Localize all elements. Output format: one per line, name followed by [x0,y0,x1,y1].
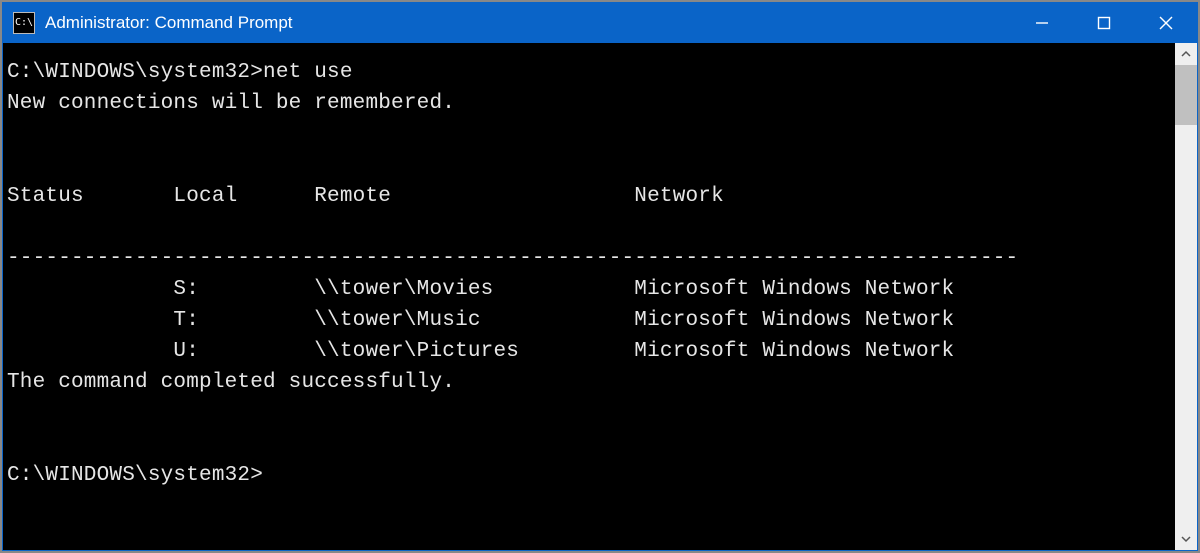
minimize-button[interactable] [1011,3,1073,43]
client-area: C:\WINDOWS\system32>net use New connecti… [3,43,1197,550]
app-icon: C:\ [13,12,35,34]
window-title: Administrator: Command Prompt [45,13,1011,33]
scroll-down-button[interactable] [1175,528,1197,550]
scrollbar-thumb[interactable] [1175,65,1197,125]
close-icon [1159,16,1173,30]
scrollbar-track[interactable] [1175,65,1197,528]
minimize-icon [1035,16,1049,30]
terminal-output[interactable]: C:\WINDOWS\system32>net use New connecti… [3,43,1175,550]
title-bar[interactable]: C:\ Administrator: Command Prompt [3,3,1197,43]
chevron-down-icon [1181,534,1191,544]
vertical-scrollbar[interactable] [1175,43,1197,550]
command-prompt-window: C:\ Administrator: Command Prompt C:\WIN… [2,2,1198,551]
scroll-up-button[interactable] [1175,43,1197,65]
maximize-icon [1097,16,1111,30]
close-button[interactable] [1135,3,1197,43]
chevron-up-icon [1181,49,1191,59]
maximize-button[interactable] [1073,3,1135,43]
